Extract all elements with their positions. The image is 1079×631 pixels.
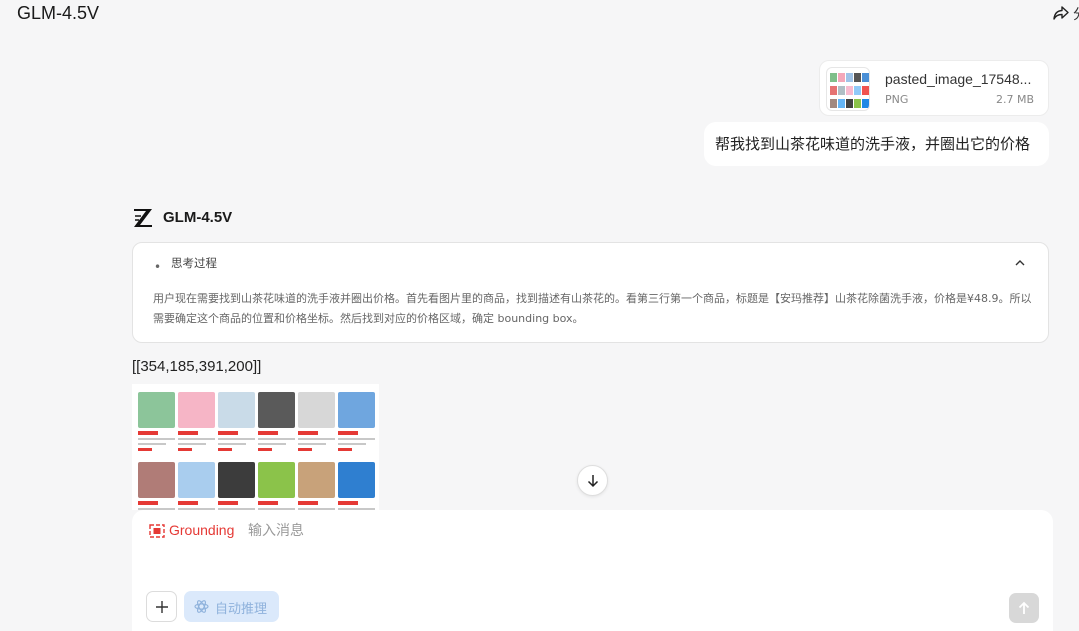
auto-reasoning-toggle[interactable]: 自动推理: [184, 591, 279, 622]
auto-reasoning-label: 自动推理: [215, 602, 268, 617]
message-composer: Grounding 自动推理: [132, 510, 1053, 631]
header-cut-label[interactable]: 分: [1073, 4, 1079, 24]
top-bar: GLM-4.5V 分: [0, 0, 1079, 30]
app-title: GLM-4.5V: [17, 3, 100, 23]
user-message: 帮我找到山茶花味道的洗手液，并圈出它的价格: [704, 122, 1049, 166]
assistant-model-name: GLM-4.5V: [163, 209, 233, 226]
attachment-thumbnail: [826, 67, 870, 111]
attachment-size: 2.7 MB: [995, 93, 1034, 106]
scroll-down-button[interactable]: [577, 465, 608, 496]
thinking-text: 用户现在需要找到山茶花味道的洗手液并圈出价格。首先看图片里的商品，找到描述有山茶…: [153, 292, 1032, 325]
send-arrow-icon: [1018, 601, 1030, 614]
grounding-icon: [149, 524, 165, 538]
attachment-name: pasted_image_17548...: [885, 71, 1032, 87]
add-attachment-button[interactable]: [146, 591, 177, 622]
result-image[interactable]: [132, 384, 379, 510]
bullet-dot-icon: •: [154, 260, 162, 274]
grounding-label: Grounding: [169, 522, 235, 538]
share-icon[interactable]: [1052, 4, 1070, 22]
atom-icon: [194, 600, 209, 613]
attachment-type: PNG: [885, 93, 909, 106]
attachment-card[interactable]: pasted_image_17548... PNG 2.7 MB: [819, 60, 1049, 116]
assistant-answer: [[354,185,391,200]]: [132, 358, 262, 375]
send-button[interactable]: [1009, 593, 1039, 623]
message-input[interactable]: [248, 520, 928, 542]
thinking-panel: • 思考过程 用户现在需要找到山茶花味道的洗手液并圈出价格。首先看图片里的商品，…: [132, 242, 1049, 343]
arrow-down-icon: [587, 475, 599, 488]
thinking-title[interactable]: 思考过程: [171, 255, 217, 271]
zhipu-logo-icon: [134, 209, 152, 227]
chevron-up-icon[interactable]: [1014, 257, 1026, 269]
plus-icon: [156, 601, 168, 613]
